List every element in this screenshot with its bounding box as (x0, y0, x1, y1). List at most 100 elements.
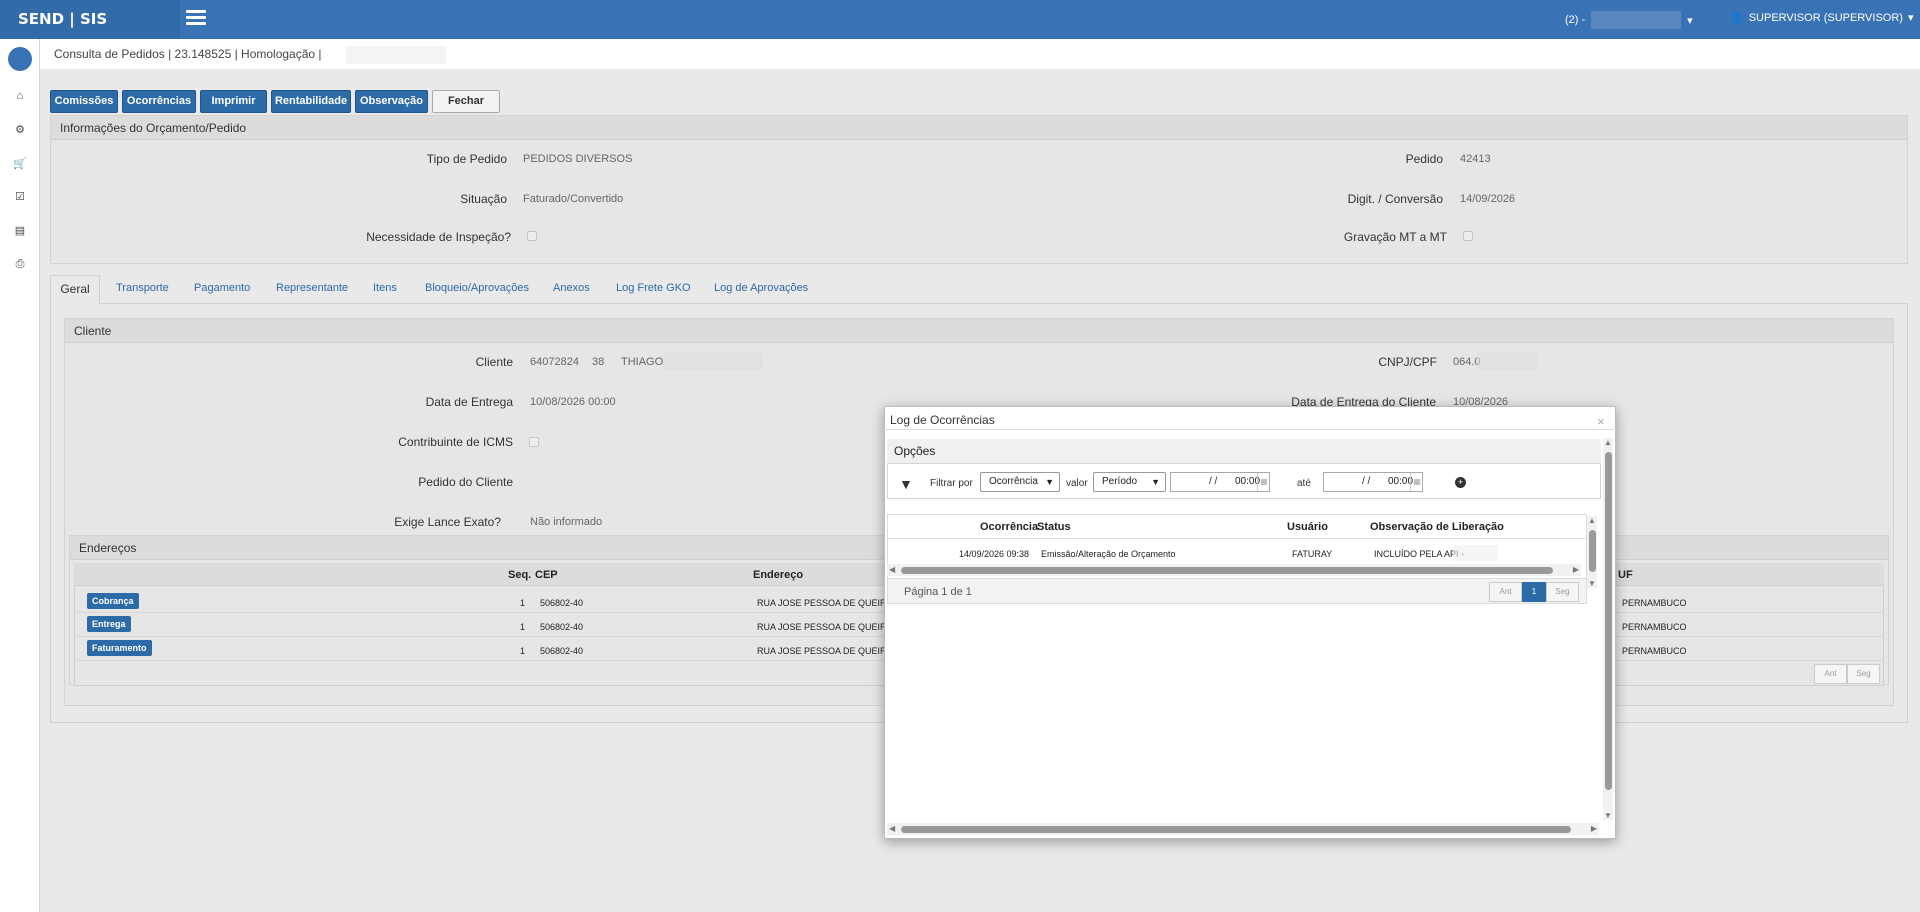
gravacao-label: Gravação MT a MT (1343, 230, 1447, 244)
grid-header-divider (887, 538, 1587, 539)
app-logo-icon[interactable] (8, 47, 32, 71)
date-to-input[interactable]: / / 00:00 ▦ (1323, 472, 1423, 492)
opcoes-header: Opções (887, 439, 1601, 464)
tab-bloqueio-aprovacoes[interactable]: Bloqueio/Aprovações (425, 282, 529, 294)
enderecos-prev-button[interactable]: Ant (1814, 664, 1847, 684)
enderecos-next-button[interactable]: Seg (1847, 664, 1880, 684)
row-uf: PERNAMBUCO (1622, 646, 1687, 656)
digit-conversao-value: 14/09/2026 (1460, 193, 1516, 205)
cart-icon[interactable]: 🛒 (12, 156, 28, 172)
scroll-down-icon[interactable]: ▼ (1588, 579, 1596, 588)
tab-anexos[interactable]: Anexos (553, 282, 590, 294)
observacao-button[interactable]: Observação (355, 90, 428, 113)
gravacao-checkbox[interactable] (1463, 231, 1473, 241)
scroll-up-icon[interactable]: ▲ (1604, 438, 1612, 447)
tab-log-aprovacoes[interactable]: Log de Aprovações (714, 282, 808, 294)
tab-geral[interactable]: Geral (50, 275, 100, 304)
grid-vertical-scrollbar[interactable]: ▲ ▼ (1587, 516, 1597, 588)
pedido-cliente-label: Pedido do Cliente (418, 475, 513, 489)
date-from-value: / / (1209, 476, 1218, 487)
scroll-thumb[interactable] (1589, 530, 1596, 572)
tipo-pedido-value: PEDIDOS DIVERSOS (523, 153, 633, 165)
scroll-left-icon[interactable]: ◀ (889, 565, 895, 574)
tab-pagamento[interactable]: Pagamento (194, 282, 250, 294)
row-seq: 1 (520, 622, 526, 632)
chevron-down-icon: ▼ (1045, 477, 1054, 487)
contribuinte-icms-label: Contribuinte de ICMS (398, 435, 513, 449)
imprimir-button[interactable]: Imprimir (200, 90, 267, 113)
row-ocorrencia: 14/09/2026 09:38 (959, 549, 1030, 559)
tab-transporte[interactable]: Transporte (116, 282, 169, 294)
title-bar (40, 39, 1920, 69)
filter-icon[interactable]: ▼ (899, 476, 913, 492)
row-seq: 1 (520, 598, 526, 608)
row-uf: PERNAMBUCO (1622, 622, 1687, 632)
rentabilidade-button[interactable]: Rentabilidade (271, 90, 351, 113)
chart-icon[interactable]: ▤ (12, 223, 28, 239)
calendar-icon[interactable]: ▦ (1410, 473, 1423, 491)
print-icon[interactable]: ⎙ (12, 256, 28, 272)
modal-next-button[interactable]: Seg (1546, 582, 1579, 602)
checklist-icon[interactable]: ☑ (12, 189, 28, 205)
scroll-right-icon[interactable]: ▶ (1591, 824, 1597, 833)
period-select[interactable]: Período ▼ (1093, 472, 1166, 492)
scroll-right-icon[interactable]: ▶ (1573, 565, 1579, 574)
tab-itens[interactable]: Itens (373, 282, 397, 294)
user-name: SUPERVISOR (SUPERVISOR) (1748, 11, 1903, 24)
add-filter-icon[interactable]: + (1455, 477, 1466, 488)
col-status: Status (1037, 521, 1071, 533)
redacted-text (1477, 352, 1537, 370)
situacao-label: Situação (460, 192, 507, 206)
comissoes-button[interactable]: Comissões (50, 90, 118, 113)
fechar-button[interactable]: Fechar (432, 90, 500, 113)
inspecao-label: Necessidade de Inspeção? (366, 230, 511, 244)
chevron-down-icon: ▼ (1151, 477, 1160, 487)
scroll-up-icon[interactable]: ▲ (1588, 516, 1596, 525)
contribuinte-icms-checkbox[interactable] (529, 437, 539, 447)
filter-field-select[interactable]: Ocorrência ▼ (980, 472, 1060, 492)
modal-title: Log de Ocorrências (890, 413, 995, 427)
scroll-down-icon[interactable]: ▼ (1604, 811, 1612, 820)
tipo-cobranca-badge[interactable]: Cobrança (87, 593, 139, 609)
modal-page-1-button[interactable]: 1 (1522, 582, 1546, 602)
chevron-down-icon: ▾ (1907, 12, 1914, 24)
calendar-icon[interactable]: ▦ (1257, 473, 1270, 491)
tab-log-frete-gko[interactable]: Log Frete GKO (616, 282, 691, 294)
tipo-entrega-badge[interactable]: Entrega (87, 616, 131, 632)
gears-icon[interactable]: ⚙ (12, 122, 28, 138)
user-menu[interactable]: 👤 SUPERVISOR (SUPERVISOR) ▾ (1730, 11, 1914, 25)
date-from-input[interactable]: / / 00:00 ▦ (1170, 472, 1270, 492)
row-endereco: RUA JOSE PESSOA DE QUEIROZ (757, 598, 900, 608)
col-observacao: Observação de Liberação (1370, 521, 1504, 533)
modal-vertical-scrollbar[interactable]: ▲ ▼ (1603, 438, 1613, 820)
valor-label: valor (1066, 478, 1088, 489)
inspecao-checkbox[interactable] (527, 231, 537, 241)
scroll-thumb[interactable] (901, 567, 1553, 574)
modal-prev-button[interactable]: Ant (1489, 582, 1522, 602)
menu-toggle-icon[interactable] (186, 10, 206, 26)
grid-horizontal-scrollbar[interactable]: ◀ ▶ (887, 564, 1581, 576)
pedido-label: Pedido (1405, 152, 1443, 166)
tab-representante[interactable]: Representante (276, 282, 348, 294)
brand-logo[interactable]: SEND | SIS (0, 0, 180, 39)
redacted-text (346, 46, 446, 64)
tipo-faturamento-badge[interactable]: Faturamento (87, 640, 152, 656)
row-usuario: FATURAY (1292, 549, 1333, 559)
scroll-left-icon[interactable]: ◀ (889, 824, 895, 833)
cnpj-label: CNPJ/CPF (1378, 355, 1437, 369)
cliente-code: 64072824 (530, 356, 579, 368)
row-status: Emissão/Alteração de Orçamento (1041, 549, 1176, 559)
cliente-store: 38 (592, 356, 605, 368)
pedido-value: 42413 (1460, 153, 1491, 165)
home-icon[interactable]: ⌂ (12, 88, 28, 104)
scroll-thumb[interactable] (1605, 452, 1612, 790)
company-selector[interactable]: (2) - ▾ (1565, 11, 1693, 29)
ate-label: até (1297, 478, 1311, 489)
col-ocorrencia: Ocorrência (980, 521, 1039, 533)
ocorrencias-button[interactable]: Ocorrências (122, 90, 196, 113)
close-icon[interactable]: × (1597, 414, 1605, 429)
data-entrega-label: Data de Entrega (425, 395, 513, 409)
col-usuario: Usuário (1287, 521, 1328, 533)
scroll-thumb[interactable] (901, 826, 1571, 833)
modal-horizontal-scrollbar[interactable]: ◀ ▶ (887, 823, 1599, 835)
